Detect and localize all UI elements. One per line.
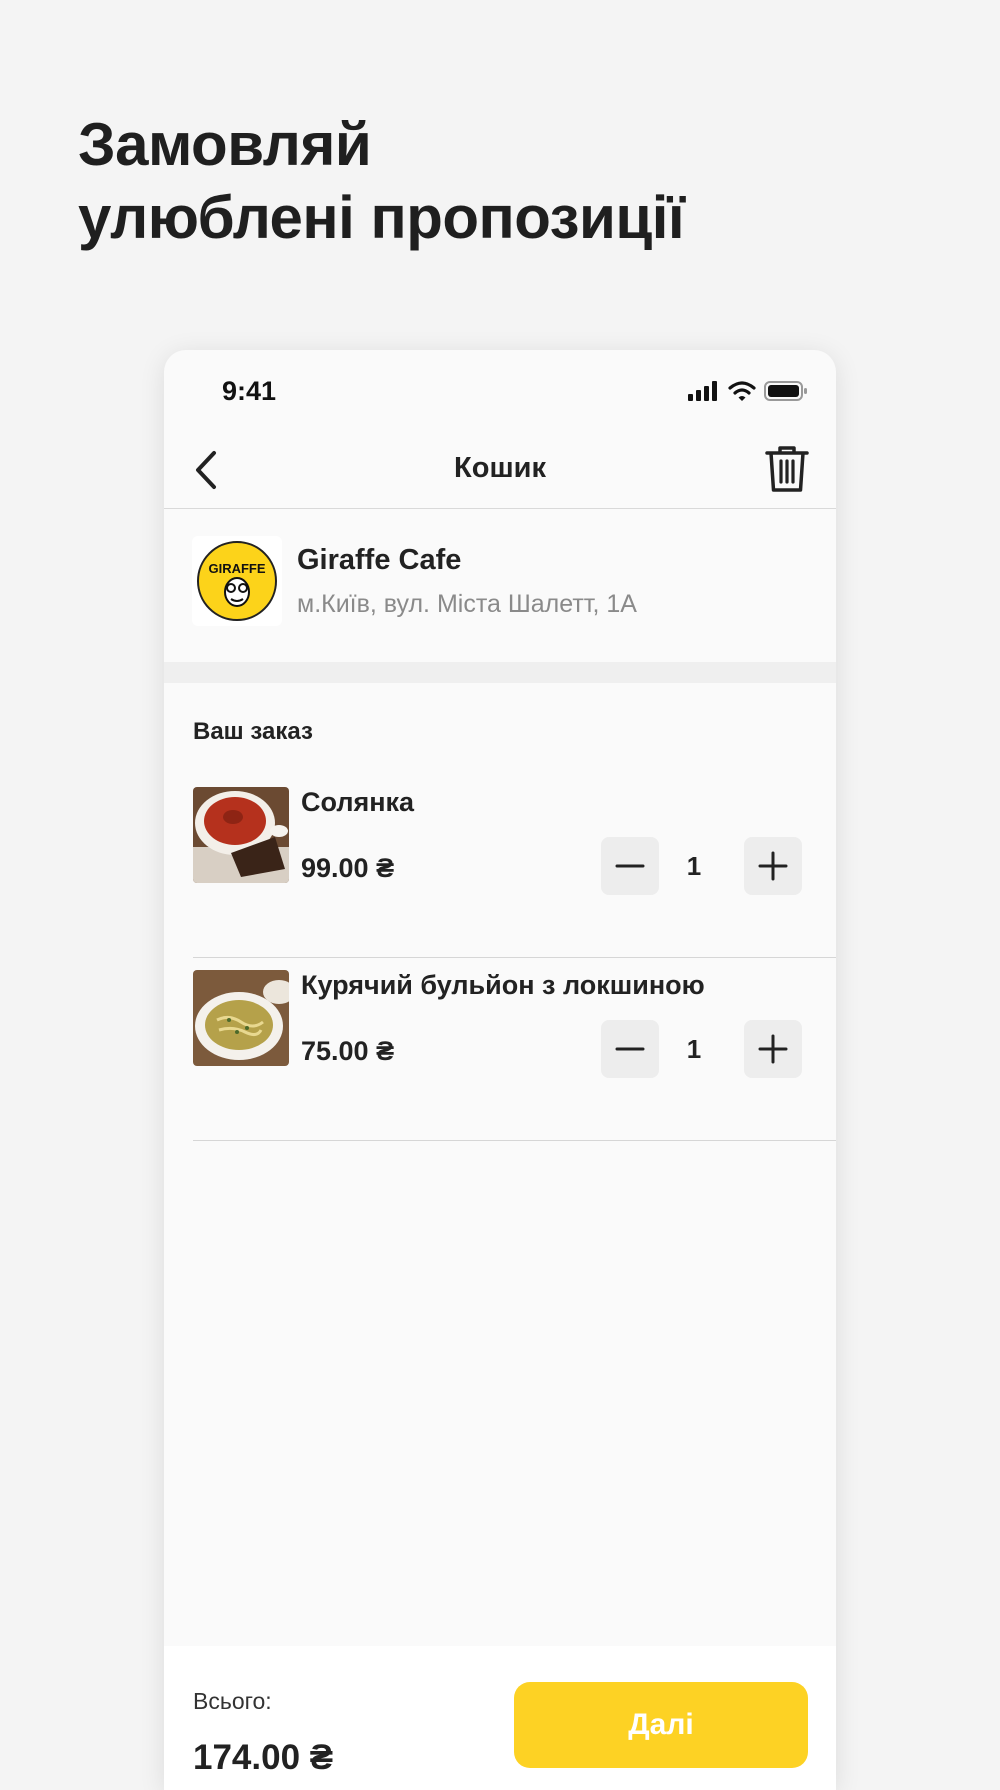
minus-icon bbox=[615, 1047, 645, 1051]
phone-screen: 9:41 Кошик GIRAFFE Giraffe Cafe м.Київ, … bbox=[164, 350, 836, 1790]
total-value: 174.00 ₴ bbox=[193, 1738, 334, 1777]
item-name: Курячий бульйон з локшиною bbox=[301, 970, 705, 1000]
cellular-signal-icon bbox=[688, 381, 717, 401]
next-button[interactable]: Далі bbox=[514, 1682, 808, 1768]
increase-quantity-button[interactable] bbox=[744, 837, 802, 895]
cafe-card: GIRAFFE Giraffe Cafe м.Київ, вул. Міста … bbox=[164, 510, 836, 660]
decrease-quantity-button[interactable] bbox=[601, 1020, 659, 1078]
item-quantity: 1 bbox=[686, 1034, 702, 1064]
item-price: 75.00 ₴ bbox=[301, 1036, 395, 1066]
increase-quantity-button[interactable] bbox=[744, 1020, 802, 1078]
minus-icon bbox=[615, 864, 645, 868]
nav-bar: Кошик bbox=[164, 430, 836, 509]
plus-icon bbox=[758, 851, 788, 881]
status-time: 9:41 bbox=[222, 376, 277, 406]
promo-headline: Замовляй улюблені пропозиції bbox=[78, 108, 685, 254]
cart-item: Курячий бульйон з локшиною 75.00 ₴ 1 bbox=[193, 970, 836, 1141]
order-section-title: Ваш заказ bbox=[193, 718, 313, 745]
total-label: Всього: bbox=[193, 1688, 272, 1714]
cafe-address: м.Київ, вул. Міста Шалетт, 1A bbox=[297, 590, 637, 618]
cafe-logo: GIRAFFE bbox=[192, 536, 282, 626]
section-divider bbox=[164, 662, 836, 683]
item-quantity: 1 bbox=[686, 851, 702, 881]
item-name: Солянка bbox=[301, 787, 415, 817]
cafe-name: Giraffe Cafe bbox=[297, 544, 462, 576]
page-title: Кошик bbox=[454, 452, 546, 484]
status-bar: 9:41 bbox=[164, 350, 836, 430]
cart-item: Солянка 99.00 ₴ 1 bbox=[193, 787, 836, 958]
svg-text:GIRAFFE: GIRAFFE bbox=[208, 561, 265, 576]
item-price: 99.00 ₴ bbox=[301, 853, 395, 883]
giraffe-logo-icon: GIRAFFE bbox=[197, 541, 277, 621]
headline-line-2: улюблені пропозиції bbox=[78, 184, 685, 251]
clear-cart-button[interactable] bbox=[764, 444, 810, 494]
headline-line-1: Замовляй bbox=[78, 111, 372, 178]
item-photo bbox=[193, 787, 289, 883]
battery-icon bbox=[764, 381, 807, 401]
checkout-bar: Всього: 174.00 ₴ Далі bbox=[164, 1646, 836, 1790]
trash-icon bbox=[765, 446, 809, 492]
chicken-noodle-soup-image bbox=[193, 970, 289, 1066]
plus-icon bbox=[758, 1034, 788, 1064]
solyanka-soup-image bbox=[193, 787, 289, 883]
wifi-icon bbox=[728, 381, 756, 401]
item-photo bbox=[193, 970, 289, 1066]
decrease-quantity-button[interactable] bbox=[601, 837, 659, 895]
